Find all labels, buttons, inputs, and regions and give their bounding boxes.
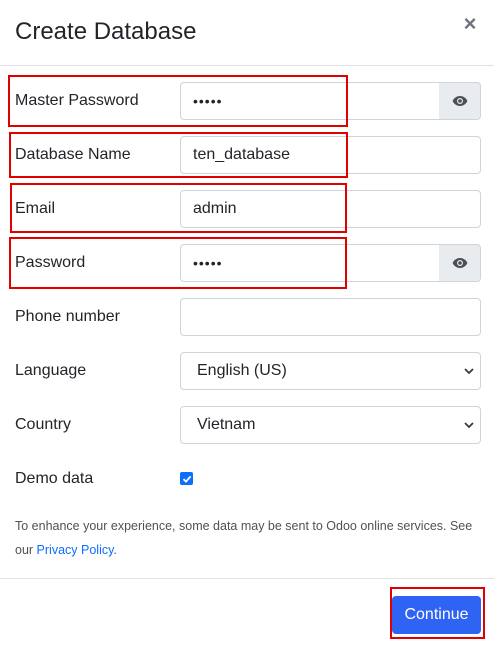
eye-icon xyxy=(452,96,467,106)
database-name-input[interactable]: ten_database xyxy=(180,136,481,174)
dialog-title: Create Database xyxy=(15,18,197,45)
demo-data-row: Demo data xyxy=(0,460,494,498)
password-toggle-button[interactable] xyxy=(439,244,481,282)
master-password-row: Master Password ••••• xyxy=(0,82,494,120)
password-row: Password ••••• xyxy=(0,244,494,282)
language-select[interactable]: English (US) xyxy=(180,352,481,390)
country-row: Country Vietnam xyxy=(0,406,494,444)
privacy-notice-end: . xyxy=(113,543,117,557)
email-row: Email admin xyxy=(0,190,494,228)
email-label: Email xyxy=(15,200,56,217)
demo-data-label: Demo data xyxy=(15,470,94,487)
phone-number-label: Phone number xyxy=(15,308,120,325)
master-password-label: Master Password xyxy=(15,92,139,109)
database-name-label: Database Name xyxy=(15,146,131,163)
dialog-footer: Continue xyxy=(0,578,494,648)
continue-button[interactable]: Continue xyxy=(392,596,481,634)
password-input[interactable]: ••••• xyxy=(180,244,440,282)
phone-number-row: Phone number xyxy=(0,298,494,336)
privacy-notice: To enhance your experience, some data ma… xyxy=(15,514,485,562)
eye-icon xyxy=(452,258,467,268)
master-password-input[interactable]: ••••• xyxy=(180,82,440,120)
country-select[interactable]: Vietnam xyxy=(180,406,481,444)
phone-number-input[interactable] xyxy=(180,298,481,336)
chevron-down-icon xyxy=(464,422,474,429)
language-row: Language English (US) xyxy=(0,352,494,390)
master-password-toggle-button[interactable] xyxy=(439,82,481,120)
country-label: Country xyxy=(15,416,72,433)
dialog-header: Create Database × xyxy=(0,0,494,66)
country-selected-value: Vietnam xyxy=(197,416,256,433)
language-selected-value: English (US) xyxy=(197,362,287,379)
privacy-policy-link[interactable]: Privacy Policy xyxy=(37,543,114,557)
language-label: Language xyxy=(15,362,87,379)
close-icon: × xyxy=(463,11,477,36)
database-name-row: Database Name ten_database xyxy=(0,136,494,174)
checkmark-icon xyxy=(182,475,191,483)
chevron-down-icon xyxy=(464,368,474,375)
create-database-dialog: Create Database × Master Password ••••• … xyxy=(0,0,494,648)
password-label: Password xyxy=(15,254,86,271)
close-button[interactable]: × xyxy=(458,12,482,36)
demo-data-checkbox[interactable] xyxy=(180,472,193,485)
email-input[interactable]: admin xyxy=(180,190,481,228)
